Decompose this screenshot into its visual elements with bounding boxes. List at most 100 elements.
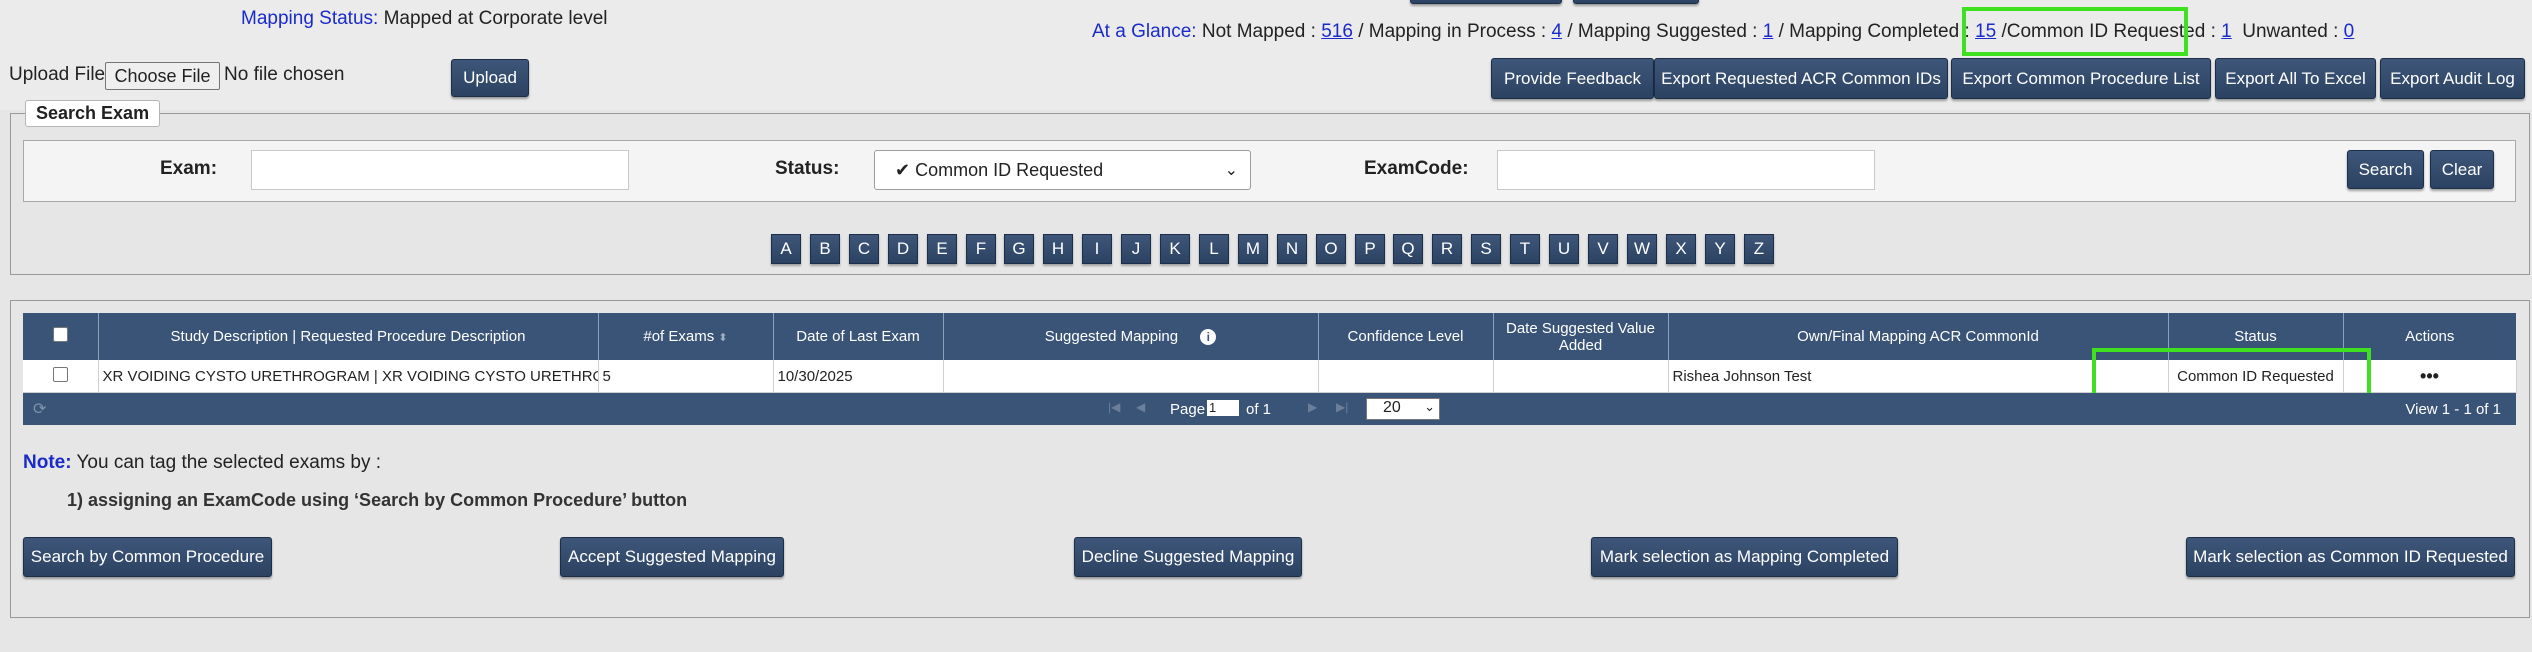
col-num-exams[interactable]: #of Exams ⬍ bbox=[598, 313, 774, 360]
page-label: Page bbox=[1170, 401, 1206, 418]
col-date-last-exam[interactable]: Date of Last Exam bbox=[773, 313, 944, 360]
accept-suggested-mapping-button[interactable]: Accept Suggested Mapping bbox=[560, 537, 784, 577]
letter-filter-q[interactable]: Q bbox=[1393, 234, 1423, 264]
search-button[interactable]: Search bbox=[2347, 150, 2424, 189]
status-select-value: ✔ Common ID Requested bbox=[895, 159, 1104, 180]
letter-filter-p[interactable]: P bbox=[1355, 234, 1385, 264]
not-mapped-label: Not Mapped : bbox=[1201, 21, 1316, 42]
letter-filter-c[interactable]: C bbox=[849, 234, 879, 264]
col-date-suggested-added[interactable]: Date Suggested Value Added bbox=[1493, 313, 1669, 360]
letter-filter-t[interactable]: T bbox=[1510, 234, 1540, 264]
chevron-down-icon: ⌄ bbox=[1424, 399, 1435, 414]
mapping-status-value: Mapped at Corporate level bbox=[383, 8, 608, 29]
col-confidence-level[interactable]: Confidence Level bbox=[1318, 313, 1494, 360]
in-process-label: / Mapping in Process : bbox=[1358, 21, 1547, 42]
sort-icon: ⬍ bbox=[718, 332, 728, 344]
letter-filter-b[interactable]: B bbox=[810, 234, 840, 264]
next-page-icon[interactable]: ▶ bbox=[1308, 400, 1317, 414]
clear-button[interactable]: Clear bbox=[2430, 150, 2494, 189]
letter-filter-w[interactable]: W bbox=[1627, 234, 1657, 264]
page-of-label: of 1 bbox=[1246, 401, 1272, 418]
view-count: View 1 - 1 of 1 bbox=[2405, 401, 2501, 418]
refresh-icon[interactable]: ⟳ bbox=[33, 399, 46, 419]
mark-mapping-completed-button[interactable]: Mark selection as Mapping Completed bbox=[1591, 537, 1898, 577]
upload-button[interactable]: Upload bbox=[451, 59, 529, 97]
letter-filter-z[interactable]: Z bbox=[1744, 234, 1774, 264]
hidden-top-button-2[interactable] bbox=[1573, 0, 1699, 4]
letter-filter-d[interactable]: D bbox=[888, 234, 918, 264]
export-all-excel-button[interactable]: Export All To Excel bbox=[2215, 58, 2376, 99]
letter-filter-u[interactable]: U bbox=[1549, 234, 1579, 264]
mapping-status: Mapping Status: Mapped at Corporate leve… bbox=[241, 8, 608, 30]
letter-filter-x[interactable]: X bbox=[1666, 234, 1696, 264]
export-requested-acr-button[interactable]: Export Requested ACR Common IDs bbox=[1654, 58, 1948, 99]
not-mapped-link[interactable]: 516 bbox=[1321, 21, 1353, 42]
note-text: You can tag the selected exams by : bbox=[71, 452, 382, 473]
letter-filter-g[interactable]: G bbox=[1004, 234, 1034, 264]
cid-requested-link[interactable]: 1 bbox=[2221, 21, 2232, 42]
prev-page-icon[interactable]: ◀ bbox=[1136, 400, 1145, 414]
search-by-common-procedure-button[interactable]: Search by Common Procedure bbox=[23, 537, 272, 577]
letter-filter-s[interactable]: S bbox=[1471, 234, 1501, 264]
row-confidence bbox=[1318, 360, 1494, 393]
row-description: XR VOIDING CYSTO URETHROGRAM | XR VOIDIN… bbox=[98, 360, 599, 393]
letter-filter-v[interactable]: V bbox=[1588, 234, 1618, 264]
letter-filter-a[interactable]: A bbox=[771, 234, 801, 264]
export-common-procedure-button[interactable]: Export Common Procedure List bbox=[1951, 58, 2211, 99]
page-size-value: 20 bbox=[1383, 399, 1401, 416]
examcode-label: ExamCode: bbox=[1364, 158, 1469, 179]
pager: ⟳ |◀ ◀ Page 1 of 1 ▶ ▶| 20 ⌄ View 1 - 1 … bbox=[23, 393, 2516, 425]
mapping-status-label: Mapping Status: bbox=[241, 8, 379, 29]
letter-filter-h[interactable]: H bbox=[1043, 234, 1073, 264]
exam-input[interactable] bbox=[251, 150, 629, 190]
mark-common-id-requested-button[interactable]: Mark selection as Common ID Requested bbox=[2186, 537, 2515, 577]
row-date: 10/30/2025 bbox=[773, 360, 944, 393]
letter-filter-o[interactable]: O bbox=[1316, 234, 1346, 264]
col-study-description[interactable]: Study Description | Requested Procedure … bbox=[98, 313, 599, 360]
letter-filter-e[interactable]: E bbox=[927, 234, 957, 264]
letter-filter-m[interactable]: M bbox=[1238, 234, 1268, 264]
page-input[interactable]: 1 bbox=[1207, 400, 1239, 416]
row-select-cell[interactable] bbox=[23, 360, 99, 393]
note: Note: You can tag the selected exams by … bbox=[23, 452, 381, 474]
exam-label: Exam: bbox=[160, 158, 218, 179]
search-exam-legend: Search Exam bbox=[25, 100, 161, 127]
col-num-exams-label: #of Exams bbox=[643, 328, 715, 345]
note-label: Note: bbox=[23, 452, 72, 473]
decline-suggested-mapping-button[interactable]: Decline Suggested Mapping bbox=[1074, 537, 1302, 577]
col-suggested-mapping-label: Suggested Mapping bbox=[1044, 328, 1179, 345]
row-suggested bbox=[943, 360, 1319, 393]
last-page-icon[interactable]: ▶| bbox=[1336, 400, 1348, 414]
first-page-icon[interactable]: |◀ bbox=[1108, 400, 1120, 414]
page-size-select[interactable]: 20 ⌄ bbox=[1366, 398, 1440, 420]
info-icon[interactable]: i bbox=[1200, 329, 1217, 345]
row-date-added bbox=[1493, 360, 1669, 393]
letter-filter-f[interactable]: F bbox=[966, 234, 996, 264]
provide-feedback-button[interactable]: Provide Feedback bbox=[1491, 58, 1654, 99]
col-suggested-mapping[interactable]: Suggested Mapping i bbox=[943, 313, 1319, 360]
select-all-checkbox[interactable] bbox=[52, 327, 68, 342]
hidden-top-button-1[interactable] bbox=[1410, 0, 1562, 4]
cid-requested-highlight bbox=[1962, 7, 2188, 56]
letter-filter-j[interactable]: J bbox=[1121, 234, 1151, 264]
letter-filter-k[interactable]: K bbox=[1160, 234, 1190, 264]
status-select[interactable]: ✔ Common ID Requested ⌄ bbox=[874, 150, 1251, 190]
letter-filter-n[interactable]: N bbox=[1277, 234, 1307, 264]
in-process-link[interactable]: 4 bbox=[1551, 21, 1562, 42]
upload-file-label: Upload File bbox=[9, 64, 106, 85]
status-label: Status: bbox=[775, 158, 840, 179]
examcode-input[interactable] bbox=[1497, 150, 1875, 190]
export-audit-log-button[interactable]: Export Audit Log bbox=[2380, 58, 2525, 99]
note-instruction: 1) assigning an ExamCode using ‘Search b… bbox=[67, 490, 688, 510]
letter-filter-r[interactable]: R bbox=[1432, 234, 1462, 264]
unwanted-link[interactable]: 0 bbox=[2344, 21, 2355, 42]
chevron-down-icon: ⌄ bbox=[1224, 162, 1238, 179]
row-checkbox[interactable] bbox=[52, 366, 68, 382]
letter-filter-y[interactable]: Y bbox=[1705, 234, 1735, 264]
letter-filter-i[interactable]: I bbox=[1082, 234, 1112, 264]
letter-filter-l[interactable]: L bbox=[1199, 234, 1229, 264]
select-all-header[interactable] bbox=[23, 313, 99, 360]
row-exams: 5 bbox=[598, 360, 774, 393]
choose-file-button[interactable]: Choose File bbox=[105, 62, 220, 90]
suggested-link[interactable]: 1 bbox=[1763, 21, 1774, 42]
